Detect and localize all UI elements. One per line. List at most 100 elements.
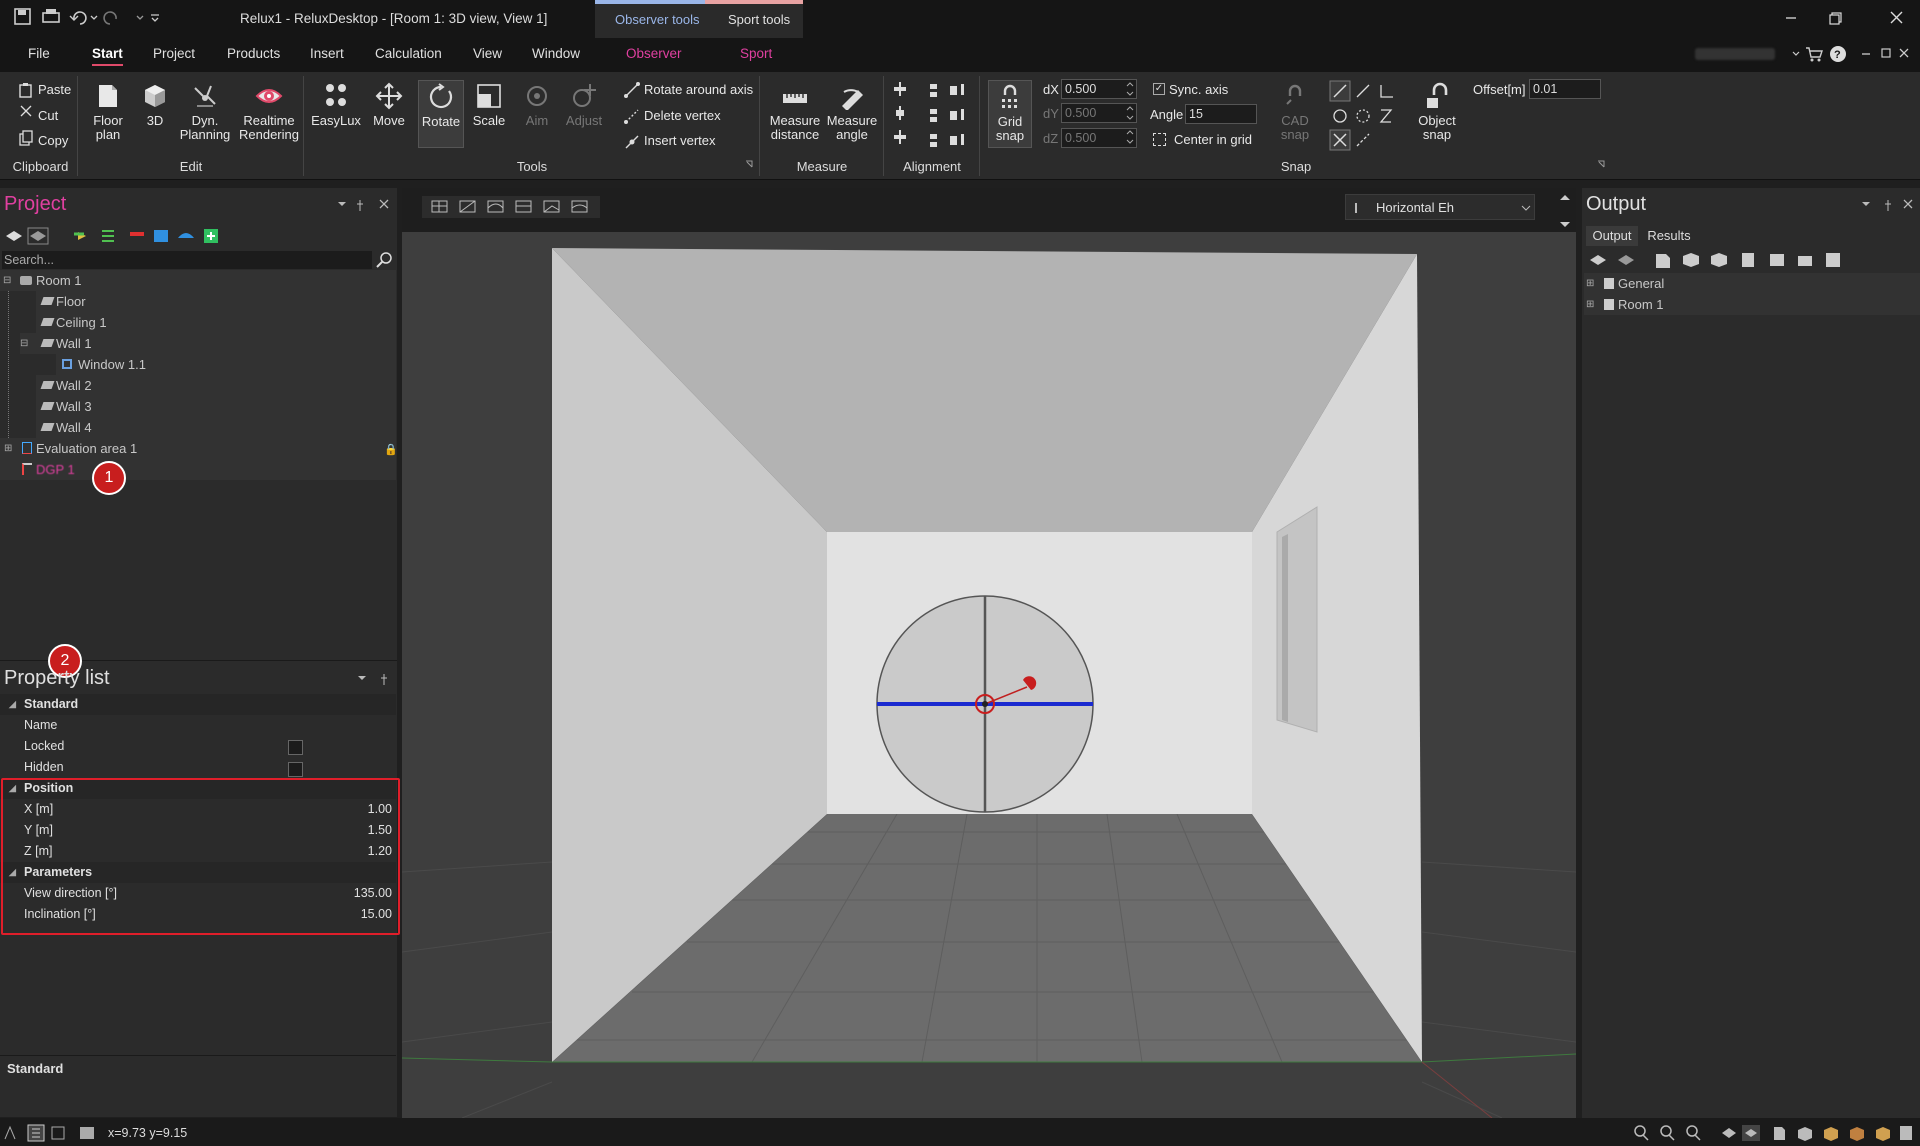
prop-name[interactable]: Name: [0, 715, 396, 736]
property-panel-controls[interactable]: [356, 672, 392, 686]
tree-item-ceiling-1[interactable]: Ceiling 1: [36, 312, 396, 333]
collapse-icon[interactable]: ⊟: [3, 270, 11, 291]
output-tree-room-1[interactable]: ⊞ Room 1: [1584, 294, 1920, 315]
tree-item-floor[interactable]: Floor: [36, 291, 396, 312]
menu-observer[interactable]: Observer: [626, 46, 682, 61]
menu-start[interactable]: Start: [92, 46, 123, 66]
tree-item-window-1-1[interactable]: Window 1.1: [56, 354, 396, 375]
menu-products[interactable]: Products: [227, 46, 280, 61]
tree-guide: [8, 278, 9, 458]
expand-icon[interactable]: ⊞: [1586, 294, 1594, 315]
collapse-icon[interactable]: ⊟: [20, 333, 28, 354]
menu-project[interactable]: Project: [153, 46, 195, 61]
view-select-dropdown[interactable]: Horizontal Eh: [1345, 194, 1535, 220]
menu-calculation[interactable]: Calculation: [375, 46, 442, 61]
aim-button[interactable]: Aim: [517, 82, 557, 128]
tab-observer-tools[interactable]: Observer tools: [595, 0, 705, 38]
tab-sport-tools[interactable]: Sport tools: [705, 0, 803, 38]
measure-distance-button[interactable]: Measure distance: [767, 82, 823, 142]
cad-snap-icons[interactable]: [1329, 80, 1395, 152]
insert-vertex-button[interactable]: Insert vertex: [644, 133, 716, 148]
view-type-icon: [1355, 203, 1358, 213]
dx-label: dX: [1043, 82, 1059, 97]
output-title: Output: [1586, 193, 1647, 215]
cut-button[interactable]: Cut: [38, 108, 58, 123]
menu-window[interactable]: Window: [532, 46, 580, 61]
panel-controls[interactable]: [336, 198, 392, 212]
offset-input[interactable]: 0.01: [1529, 79, 1601, 99]
dgp-observer-sphere[interactable]: [876, 595, 1094, 813]
dyn-planning-button[interactable]: Dyn. Planning: [177, 82, 233, 142]
easylux-button[interactable]: EasyLux: [311, 82, 361, 128]
status-right-icons[interactable]: [1632, 1124, 1916, 1142]
locked-checkbox[interactable]: [288, 740, 303, 755]
grid-snap-button[interactable]: Grid snap: [988, 80, 1032, 148]
quick-access-icons[interactable]: [14, 7, 164, 27]
measure-angle-button[interactable]: Measure angle: [824, 82, 880, 142]
paste-button[interactable]: Paste: [38, 82, 71, 97]
search-icon[interactable]: [376, 251, 394, 269]
spinner-arrows[interactable]: [1125, 82, 1135, 148]
expand-icon[interactable]: ⊞: [4, 438, 12, 459]
menu-sport[interactable]: Sport: [740, 46, 772, 61]
cad-snap-button[interactable]: CAD snap: [1277, 82, 1313, 142]
lock-icon[interactable]: 🔒: [384, 440, 398, 461]
prop-locked: Locked: [0, 736, 396, 757]
property-description: Standard: [0, 1055, 396, 1115]
snap-dialog-launcher-icon[interactable]: [1597, 160, 1607, 170]
group-label-snap: Snap: [1280, 159, 1312, 174]
3d-room-scene[interactable]: [402, 232, 1576, 1118]
menu-file[interactable]: File: [28, 46, 50, 61]
status-left-icons[interactable]: [2, 1124, 98, 1142]
scale-button[interactable]: Scale: [469, 82, 509, 128]
hidden-checkbox[interactable]: [288, 762, 303, 777]
floor-plan-button[interactable]: Floor plan: [85, 82, 131, 142]
viewport-scroll-arrows[interactable]: [1558, 192, 1572, 232]
expand-icon[interactable]: ⊞: [1586, 273, 1594, 294]
x-axis-line: [1421, 1061, 1493, 1118]
view-mode-icons[interactable]: [422, 196, 600, 218]
rotate-button[interactable]: Rotate: [418, 80, 464, 148]
tab-results[interactable]: Results: [1643, 226, 1695, 246]
object-snap-button[interactable]: Object snap: [1413, 82, 1461, 142]
rotate-around-axis-button[interactable]: Rotate around axis: [644, 82, 753, 97]
tree-item-wall-2[interactable]: Wall 2: [36, 375, 396, 396]
sync-axis-checkbox[interactable]: ✓: [1153, 83, 1165, 95]
group-tools: EasyLux Move Rotate Scale Aim Adjust Rot…: [305, 76, 760, 176]
delete-vertex-button[interactable]: Delete vertex: [644, 108, 721, 123]
3d-button[interactable]: 3D: [135, 82, 175, 128]
output-panel-controls[interactable]: [1860, 198, 1916, 212]
menu-view[interactable]: View: [473, 46, 502, 61]
angle-label: Angle: [1150, 107, 1184, 122]
move-button[interactable]: Move: [369, 82, 409, 128]
project-toolbar[interactable]: [4, 226, 230, 246]
realtime-rendering-button[interactable]: Realtime Rendering: [237, 82, 301, 142]
vertex-icons: [624, 82, 640, 149]
menu-bar: [0, 38, 1920, 72]
output-toolbar[interactable]: [1586, 250, 1846, 270]
tree-item-wall-4[interactable]: Wall 4: [36, 417, 396, 438]
floor-plan-icon: [99, 85, 117, 107]
copy-button[interactable]: Copy: [38, 133, 68, 148]
menu-insert[interactable]: Insert: [310, 46, 344, 61]
window-controls[interactable]: [1780, 10, 1910, 26]
user-account[interactable]: [1695, 48, 1775, 60]
tree-item-wall-1[interactable]: ⊟ Wall 1: [20, 333, 396, 354]
tab-output[interactable]: Output: [1586, 226, 1638, 246]
move-icon: [375, 82, 403, 110]
center-grid-icon: [1153, 133, 1166, 146]
section-standard[interactable]: ◢ Standard: [0, 694, 396, 715]
tree-item-room-1[interactable]: ⊟ Room 1: [0, 270, 396, 291]
angle-input[interactable]: 15: [1185, 104, 1257, 124]
adjust-button[interactable]: Adjust: [561, 82, 607, 128]
tree-item-evaluation-area-1[interactable]: ⊞ Evaluation area 1 🔒: [0, 438, 398, 461]
group-clipboard: Paste Cut Copy Clipboard: [4, 76, 78, 176]
evaluation-icon: [22, 442, 32, 454]
center-in-grid-button[interactable]: Center in grid: [1174, 132, 1252, 147]
output-tree-general[interactable]: ⊞ General: [1584, 273, 1920, 294]
tree-item-dgp-1[interactable]: DGP 1: [0, 459, 396, 480]
tree-item-wall-3[interactable]: Wall 3: [36, 396, 396, 417]
project-search-input[interactable]: Search...: [2, 251, 372, 269]
menu-right-icons[interactable]: ?: [1790, 45, 1915, 63]
alignment-icons[interactable]: [893, 82, 973, 152]
